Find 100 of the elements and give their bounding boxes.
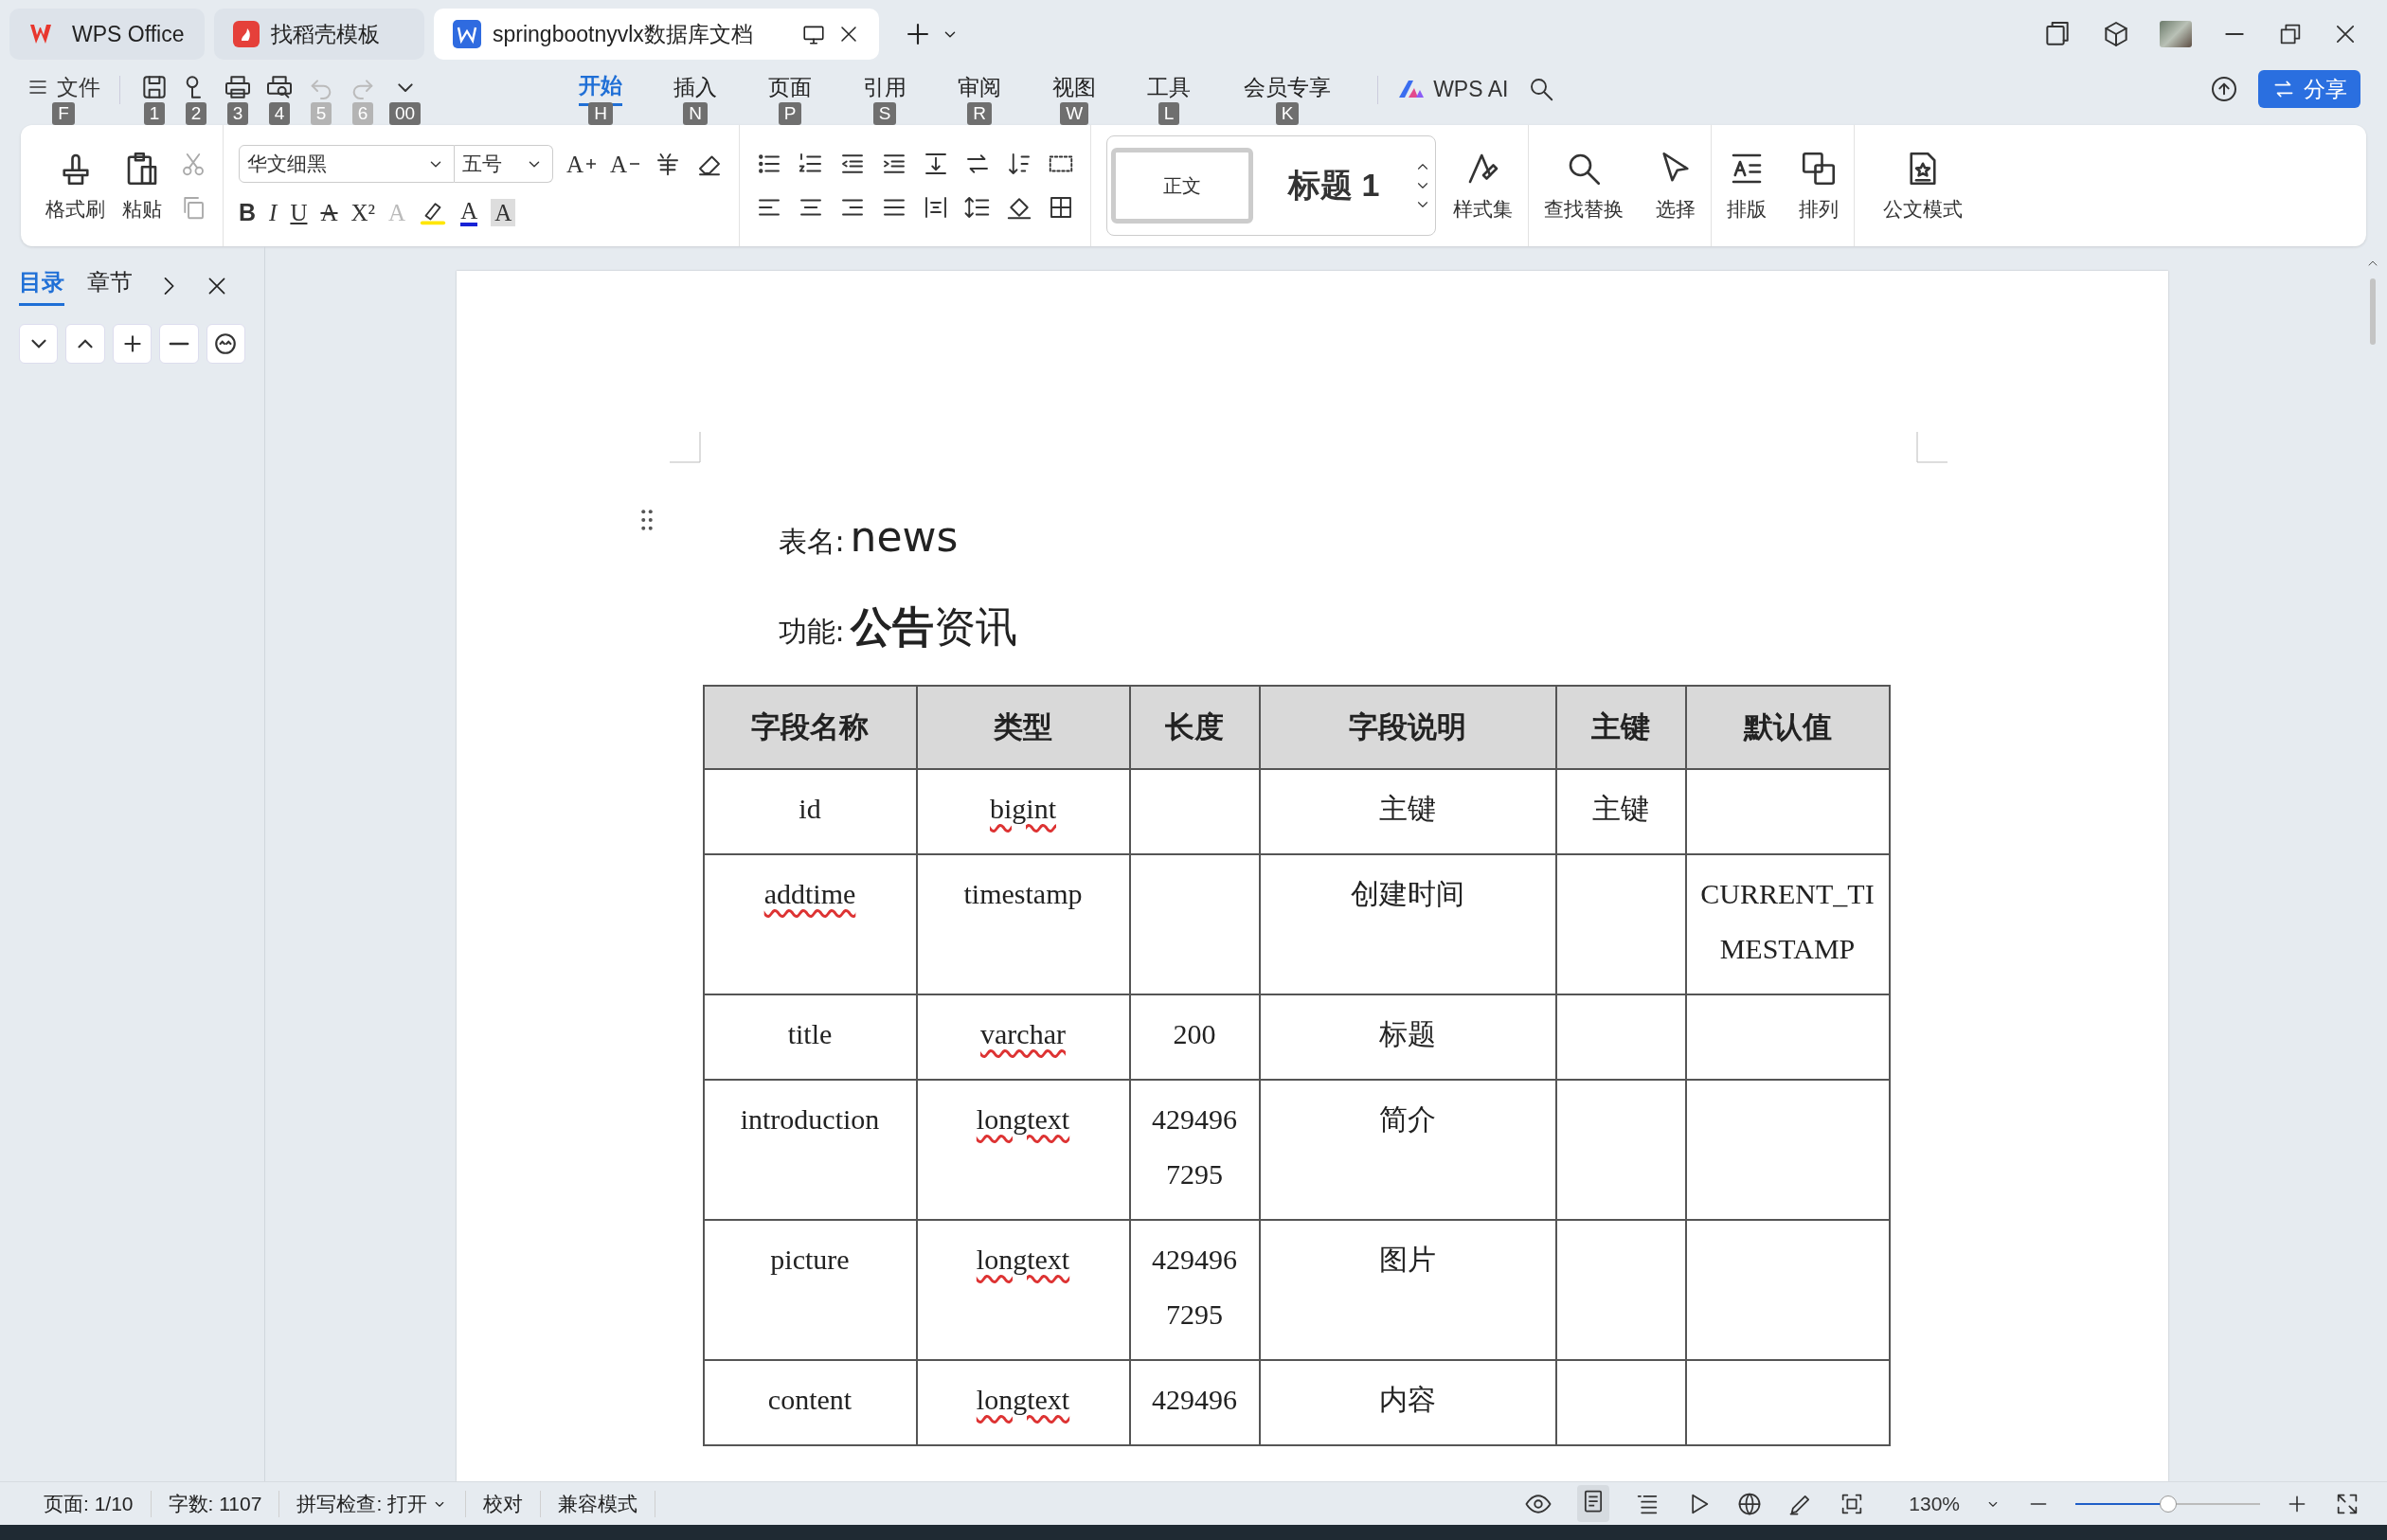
table-cell: 图片 — [1379, 1244, 1436, 1275]
table-name-label: 表名: — [778, 524, 845, 560]
wps-ai-button[interactable]: WPS AI — [1397, 68, 1509, 110]
ribbon-tab[interactable]: 视图 W — [1027, 68, 1122, 125]
zoom-level[interactable]: 130% — [1909, 1492, 1960, 1515]
file-menu[interactable]: 文件 F — [27, 68, 100, 125]
table-cell: 创建时间 — [1351, 878, 1464, 909]
paste-button[interactable]: 粘贴 — [122, 149, 162, 223]
style-option[interactable]: 正文 — [1111, 148, 1254, 224]
tool-button[interactable]: 排版 — [1727, 149, 1768, 223]
document-tab[interactable]: 找稻壳模板 — [214, 9, 424, 60]
panel-tab[interactable]: 目录 — [19, 266, 64, 306]
font-field[interactable]: 华文细黑 — [239, 145, 455, 183]
table-cell: 标题 — [1379, 1018, 1436, 1049]
key-hint: 2 — [185, 102, 207, 125]
bold-button[interactable]: B — [239, 200, 257, 224]
share-button[interactable]: 分享 — [2258, 70, 2360, 108]
table-cell: CURRENT_TIMESTAMP — [1700, 878, 1875, 964]
table-cell: longtext — [976, 1244, 1070, 1275]
plus-icon — [585, 158, 598, 170]
status-item[interactable]: 页面: 1/10 — [27, 1490, 152, 1517]
table-cell: title — [787, 1018, 833, 1049]
column-header: 类型 — [916, 686, 1130, 769]
avatar-icon[interactable] — [2160, 21, 2192, 47]
key-hint: 4 — [268, 102, 291, 125]
column-header: 字段名称 — [703, 686, 917, 769]
table-name: news — [850, 512, 959, 561]
status-item[interactable]: 校对 — [466, 1490, 542, 1517]
table-cell: 内容 — [1379, 1384, 1436, 1415]
ai-logo-icon — [1397, 79, 1427, 99]
ribbon-tab[interactable]: 引用 S — [837, 68, 933, 125]
table-cell: varchar — [980, 1018, 1066, 1049]
crop-mark — [1914, 432, 1947, 464]
column-header: 字段说明 — [1259, 686, 1556, 769]
table-cell: picture — [770, 1244, 850, 1275]
key-hint: 6 — [351, 102, 374, 125]
function-label: 功能: — [778, 614, 845, 650]
ribbon-tab[interactable]: 页面 P — [743, 68, 838, 125]
flame-logo-icon — [233, 21, 260, 47]
table-cell: 简介 — [1379, 1103, 1436, 1135]
column-header: 长度 — [1129, 686, 1260, 769]
ribbon-tab[interactable]: 审阅 R — [932, 68, 1028, 125]
remove-button[interactable] — [159, 324, 199, 364]
ribbon-tab[interactable]: 插入 N — [648, 68, 744, 125]
table-cell: 主键 — [1379, 793, 1436, 824]
panel-tab[interactable]: 章节 — [87, 266, 133, 306]
shrink-button[interactable]: A — [610, 152, 641, 176]
document-tab[interactable]: springbootnyvlx数据库文档 — [434, 9, 879, 60]
crop-mark — [669, 432, 702, 464]
add-button[interactable] — [112, 324, 153, 364]
tool-button[interactable]: 选择 — [1656, 149, 1696, 223]
italic-button[interactable]: I — [269, 200, 278, 224]
column-header: 默认值 — [1685, 686, 1890, 769]
key-hint: 5 — [310, 102, 332, 125]
table-cell: introduction — [740, 1103, 880, 1135]
format-painter-button[interactable]: 格式刷 — [45, 149, 105, 223]
smile-button[interactable] — [206, 324, 246, 364]
table-cell: 4294967295 — [1152, 1244, 1237, 1330]
table-cell: 4294967295 — [1152, 1103, 1237, 1190]
smile-icon — [213, 331, 239, 356]
key-hint: 1 — [143, 102, 166, 125]
font-size-field[interactable]: 五号 — [455, 145, 553, 183]
function-text: 公告资讯 — [850, 601, 1017, 653]
table-cell: timestamp — [963, 878, 1083, 909]
table-cell: bigint — [990, 793, 1056, 824]
expand-up-button[interactable] — [65, 324, 105, 364]
status-item[interactable]: 字数: 1107 — [151, 1490, 280, 1517]
key-hint: 3 — [226, 102, 249, 125]
document-tab[interactable]: WPS Office — [9, 9, 205, 60]
tool-button[interactable]: 查找替换 — [1544, 149, 1624, 223]
underline-button[interactable]: U — [290, 200, 308, 224]
ribbon-tab[interactable]: 会员专享 K — [1216, 68, 1359, 125]
style-option[interactable]: 标题 1 — [1263, 148, 1406, 224]
ribbon-tab[interactable]: 开始 H — [553, 68, 649, 125]
shade-button[interactable]: A — [491, 198, 516, 226]
strike-button[interactable]: A — [320, 200, 338, 224]
cloud-upload-icon[interactable] — [2209, 74, 2239, 104]
table-cell: 429496 — [1152, 1384, 1237, 1415]
status-item[interactable]: 拼写检查: 打开 — [279, 1490, 467, 1517]
writer-logo-icon — [453, 20, 481, 48]
table-cell: longtext — [976, 1103, 1070, 1135]
table-cell: addtime — [763, 878, 856, 909]
table-cell: id — [799, 793, 821, 824]
key-hint: 00 — [389, 102, 422, 125]
tool-button[interactable]: 样式集 — [1453, 149, 1514, 223]
status-item[interactable]: 兼容模式 — [541, 1490, 656, 1517]
super-button[interactable]: X² — [350, 200, 376, 224]
table-cell: longtext — [976, 1384, 1070, 1415]
column-header: 主键 — [1555, 686, 1686, 769]
tool-button[interactable]: 公文模式 — [1883, 149, 1964, 223]
table-cell: 主键 — [1592, 793, 1649, 824]
ribbon-tab[interactable]: 工具 L — [1122, 68, 1217, 125]
collapse-button[interactable] — [19, 324, 59, 364]
tool-button[interactable]: 排列 — [1799, 149, 1840, 223]
table-cell: content — [767, 1384, 852, 1415]
table-cell: 200 — [1173, 1018, 1216, 1049]
page-view-button[interactable] — [1577, 1485, 1610, 1522]
color-button[interactable]: A — [460, 198, 478, 226]
slider-thumb[interactable] — [2159, 1495, 2177, 1513]
grow-button[interactable]: A — [566, 152, 598, 176]
